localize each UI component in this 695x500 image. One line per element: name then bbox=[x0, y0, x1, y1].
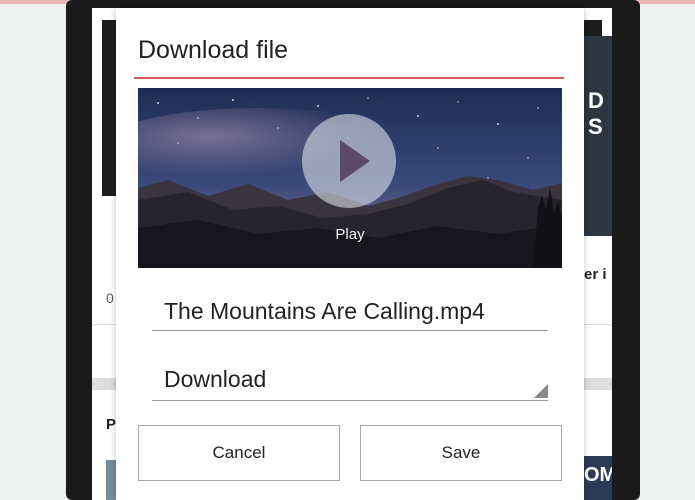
filename-value: The Mountains Are Calling.mp4 bbox=[164, 298, 485, 324]
dropdown-corner-icon bbox=[534, 384, 548, 398]
play-label: Play bbox=[335, 226, 365, 243]
background-right-thumbnail-text: OM bbox=[584, 464, 612, 486]
video-preview[interactable]: Play bbox=[138, 88, 562, 268]
background-left-digit: 0 bbox=[106, 290, 114, 306]
background-right-card-text: D S bbox=[588, 88, 604, 139]
download-dialog: Download file Play The Mountains Are Cal… bbox=[116, 8, 584, 500]
background-right-snippet: er i bbox=[584, 266, 607, 283]
play-button[interactable] bbox=[302, 114, 396, 208]
background-section-heading: P bbox=[106, 416, 117, 433]
download-location-value: Download bbox=[164, 366, 267, 392]
dialog-title: Download file bbox=[138, 36, 289, 64]
filename-input[interactable]: The Mountains Are Calling.mp4 bbox=[152, 294, 548, 331]
save-button[interactable]: Save bbox=[360, 425, 562, 481]
download-location-select[interactable]: Download bbox=[152, 362, 548, 401]
title-underline bbox=[134, 77, 564, 79]
cancel-button[interactable]: Cancel bbox=[138, 425, 340, 481]
play-icon bbox=[340, 140, 370, 182]
